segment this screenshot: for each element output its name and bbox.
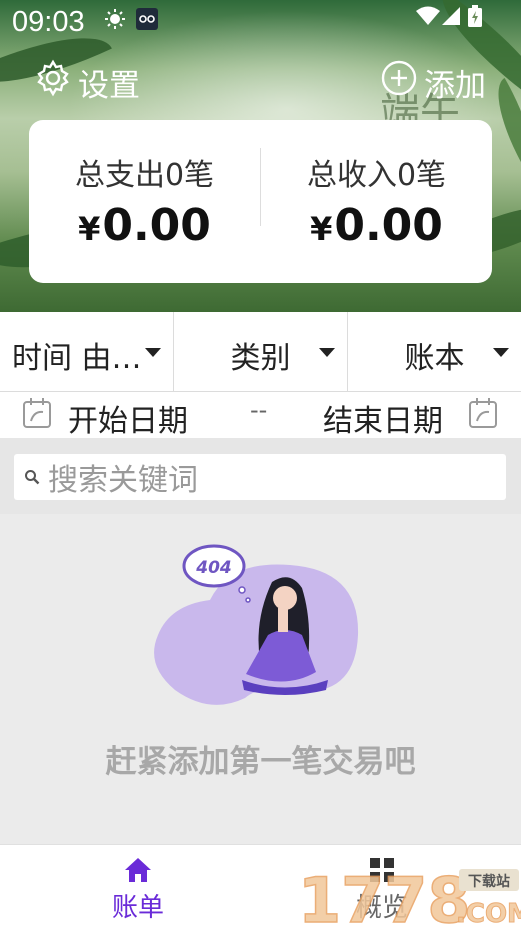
gear-icon bbox=[34, 59, 78, 105]
search-placeholder: 搜索关键词 bbox=[48, 463, 198, 498]
calendar-icon[interactable] bbox=[22, 397, 52, 429]
home-icon bbox=[124, 857, 152, 887]
signal-icon bbox=[442, 7, 460, 29]
site-watermark-logo: 1778 下载站 .COM bbox=[296, 863, 521, 926]
expense-amount: ¥0.00 bbox=[78, 200, 211, 251]
empty-message: 赶紧添加第一笔交易吧 bbox=[105, 744, 416, 780]
calendar-icon[interactable] bbox=[468, 397, 498, 429]
nav-label-bills: 账单 bbox=[111, 893, 164, 923]
brightness-icon bbox=[104, 8, 126, 34]
summary-card: 总支出0笔 ¥0.00 总收入0笔 ¥0.00 bbox=[29, 120, 492, 283]
status-bar: 09:03 bbox=[0, 0, 521, 44]
time-filter-dropdown[interactable]: 时间 由… bbox=[0, 312, 174, 391]
caret-down-icon bbox=[493, 348, 509, 357]
empty-state: 404 赶紧添加第一笔交易吧 bbox=[0, 514, 521, 844]
nav-item-bills[interactable]: 账单 bbox=[8, 845, 268, 926]
category-filter-dropdown[interactable]: 类别 bbox=[174, 312, 348, 391]
caret-down-icon bbox=[145, 348, 161, 357]
app-notification-icon bbox=[136, 8, 158, 34]
svg-text:1778: 1778 bbox=[298, 866, 471, 926]
svg-text:下载站: 下载站 bbox=[468, 873, 510, 890]
filter-bar: 时间 由… 类别 账本 bbox=[0, 312, 521, 392]
income-label: 总收入0笔 bbox=[306, 158, 447, 193]
caret-down-icon bbox=[319, 348, 335, 357]
expense-label: 总支出0笔 bbox=[74, 158, 215, 193]
start-date-field[interactable]: 开始日期 bbox=[68, 396, 188, 440]
plus-circle-icon bbox=[380, 59, 424, 105]
time-filter-label: 时间 由… bbox=[12, 341, 142, 376]
bubble-text: 404 bbox=[195, 558, 232, 578]
income-amount: ¥0.00 bbox=[310, 200, 443, 251]
add-button[interactable]: 添加 bbox=[380, 60, 486, 104]
wifi-icon bbox=[416, 6, 440, 30]
search-icon bbox=[24, 469, 40, 485]
date-range-bar: 开始日期 -- 结束日期 bbox=[0, 392, 521, 440]
book-filter-dropdown[interactable]: 账本 bbox=[348, 312, 521, 391]
empty-illustration: 404 bbox=[154, 544, 359, 705]
expense-summary[interactable]: 总支出0笔 ¥0.00 bbox=[29, 120, 260, 283]
end-date-field[interactable]: 结束日期 bbox=[323, 396, 443, 440]
date-separator: -- bbox=[250, 396, 268, 424]
status-time: 09:03 bbox=[12, 6, 85, 38]
settings-button[interactable]: 设置 bbox=[34, 59, 140, 105]
search-section: 搜索关键词 bbox=[0, 438, 521, 514]
svg-text:.COM: .COM bbox=[456, 899, 521, 926]
battery-icon bbox=[468, 5, 482, 31]
add-label: 添加 bbox=[424, 67, 486, 104]
income-summary[interactable]: 总收入0笔 ¥0.00 bbox=[261, 120, 492, 283]
settings-label: 设置 bbox=[78, 67, 140, 104]
search-input[interactable]: 搜索关键词 bbox=[14, 454, 506, 500]
